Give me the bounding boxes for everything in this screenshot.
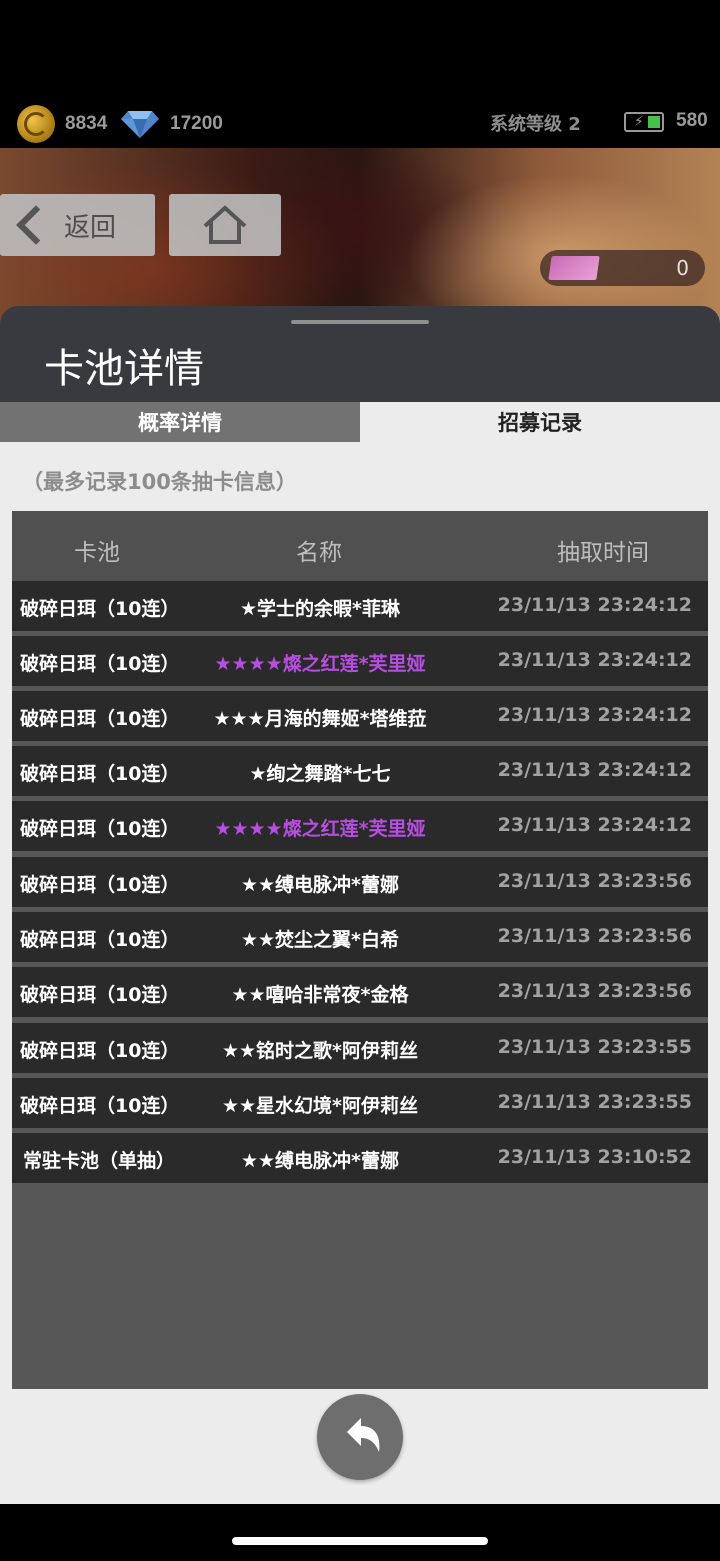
cell-pool: 破碎日珥（10连） [20, 653, 180, 675]
back-label: 返回 [64, 212, 117, 243]
table-row: 破碎日珥（10连） ★★焚尘之翼*白希 23/11/13 23:23:56 [12, 912, 708, 962]
sheet-grabber[interactable] [291, 320, 429, 324]
cell-time: 23/11/13 23:23:55 [497, 1036, 692, 1058]
cell-time: 23/11/13 23:24:12 [497, 649, 692, 671]
cell-pool: 破碎日珥（10连） [20, 929, 180, 951]
system-nav-area [0, 1504, 720, 1561]
cell-name: ★★缚电脉冲*蕾娜 [240, 1150, 399, 1172]
battery-icon: ⚡ [624, 112, 664, 132]
gold-resource: 8834 [17, 104, 107, 144]
undo-icon [347, 1418, 380, 1452]
cell-pool: 破碎日珥（10连） [20, 1040, 180, 1062]
table-header: 卡池 名称 抽取时间 [12, 511, 708, 581]
tab-probability[interactable]: 概率详情 [0, 402, 360, 442]
cell-time: 23/11/13 23:24:12 [497, 704, 692, 726]
cell-name: ★绚之舞踏*七七 [249, 763, 391, 785]
cell-pool: 常驻卡池（单抽） [23, 1150, 176, 1172]
cell-name: ★★焚尘之翼*白希 [240, 929, 399, 951]
cell-pool: 破碎日珥（10连） [20, 763, 180, 785]
cell-name: ★★★★燦之红莲*芙里娅 [214, 818, 426, 840]
undo-button[interactable] [317, 1394, 403, 1480]
cell-time: 23/11/13 23:24:12 [497, 814, 692, 836]
resource-bar: 8834 17200 系统等级 2 ⚡ 580 [0, 0, 720, 160]
header-name: 名称 [296, 540, 342, 566]
cell-time: 23/11/13 23:10:52 [497, 1146, 692, 1168]
cell-pool: 破碎日珥（10连） [20, 598, 180, 620]
sheet-title: 卡池详情 [44, 346, 204, 392]
header-pool: 卡池 [74, 540, 120, 566]
table-row: 破碎日珥（10连） ★★铭时之歌*阿伊莉丝 23/11/13 23:23:55 [12, 1023, 708, 1073]
header-time: 抽取时间 [557, 540, 649, 566]
gold-coin-icon [17, 105, 55, 143]
record-limit-note: （最多记录100条抽卡信息） [22, 470, 297, 494]
records-table: 卡池 名称 抽取时间 破碎日珥（10连） ★学士的余暇*菲琳 23/11/13 … [12, 511, 708, 1389]
cell-pool: 破碎日珥（10连） [20, 1095, 180, 1117]
cell-name: ★★缚电脉冲*蕾娜 [240, 874, 399, 896]
table-row: 破碎日珥（10连） ★★★★燦之红莲*芙里娅 23/11/13 23:24:12 [12, 801, 708, 851]
ticket-card-icon [548, 256, 600, 280]
cell-time: 23/11/13 23:23:56 [497, 870, 692, 892]
cell-name: ★学士的余暇*菲琳 [240, 598, 400, 620]
back-button[interactable]: 返回 [0, 194, 155, 256]
table-row: 常驻卡池（单抽） ★★缚电脉冲*蕾娜 23/11/13 23:10:52 [12, 1133, 708, 1183]
table-row: 破碎日珥（10连） ★绚之舞踏*七七 23/11/13 23:24:12 [12, 746, 708, 796]
cell-pool: 破碎日珥（10连） [20, 818, 180, 840]
cell-name: ★★星水幻境*阿伊莉丝 [221, 1095, 418, 1117]
cell-time: 23/11/13 23:23:56 [497, 980, 692, 1002]
sheet-header: 卡池详情 [0, 306, 720, 404]
table-row: 破碎日珥（10连） ★学士的余暇*菲琳 23/11/13 23:24:12 [12, 581, 708, 631]
energy-value: 580 [676, 110, 708, 131]
table-row: 破碎日珥（10连） ★★缚电脉冲*蕾娜 23/11/13 23:23:56 [12, 857, 708, 907]
cell-time: 23/11/13 23:24:12 [497, 594, 692, 616]
home-button[interactable] [169, 194, 281, 256]
ticket-count: 0 [676, 256, 689, 280]
cell-time: 23/11/13 23:23:56 [497, 925, 692, 947]
diamond-resource: 17200 [120, 104, 223, 144]
chevron-left-icon [16, 205, 56, 245]
cell-pool: 破碎日珥（10连） [20, 874, 180, 896]
ticket-counter[interactable]: 0 [540, 250, 705, 286]
diamond-value: 17200 [170, 113, 223, 134]
cell-pool: 破碎日珥（10连） [20, 708, 180, 730]
home-indicator[interactable] [232, 1537, 488, 1545]
cell-name: ★★★★燦之红莲*芙里娅 [214, 653, 426, 675]
diamond-icon [121, 111, 159, 138]
cell-time: 23/11/13 23:23:55 [497, 1091, 692, 1113]
sheet-body: 概率详情 招募记录 （最多记录100条抽卡信息） 卡池 名称 抽取时间 破碎日珥… [0, 402, 720, 1504]
table-row: 破碎日珥（10连） ★★★月海的舞姬*塔维菈 23/11/13 23:24:12 [12, 691, 708, 741]
table-row: 破碎日珥（10连） ★★星水幻境*阿伊莉丝 23/11/13 23:23:55 [12, 1078, 708, 1128]
gold-value: 8834 [65, 113, 108, 134]
home-icon [203, 205, 247, 244]
tab-records[interactable]: 招募记录 [360, 402, 720, 442]
cell-name: ★★★月海的舞姬*塔维菈 [213, 708, 427, 730]
cell-name: ★★铭时之歌*阿伊莉丝 [221, 1040, 418, 1062]
system-level: 系统等级 2 [490, 114, 581, 135]
cell-name: ★★嘻哈非常夜*金格 [231, 984, 409, 1006]
cell-time: 23/11/13 23:24:12 [497, 759, 692, 781]
table-row: 破碎日珥（10连） ★★★★燦之红莲*芙里娅 23/11/13 23:24:12 [12, 636, 708, 686]
cell-pool: 破碎日珥（10连） [20, 984, 180, 1006]
table-row: 破碎日珥（10连） ★★嘻哈非常夜*金格 23/11/13 23:23:56 [12, 967, 708, 1017]
